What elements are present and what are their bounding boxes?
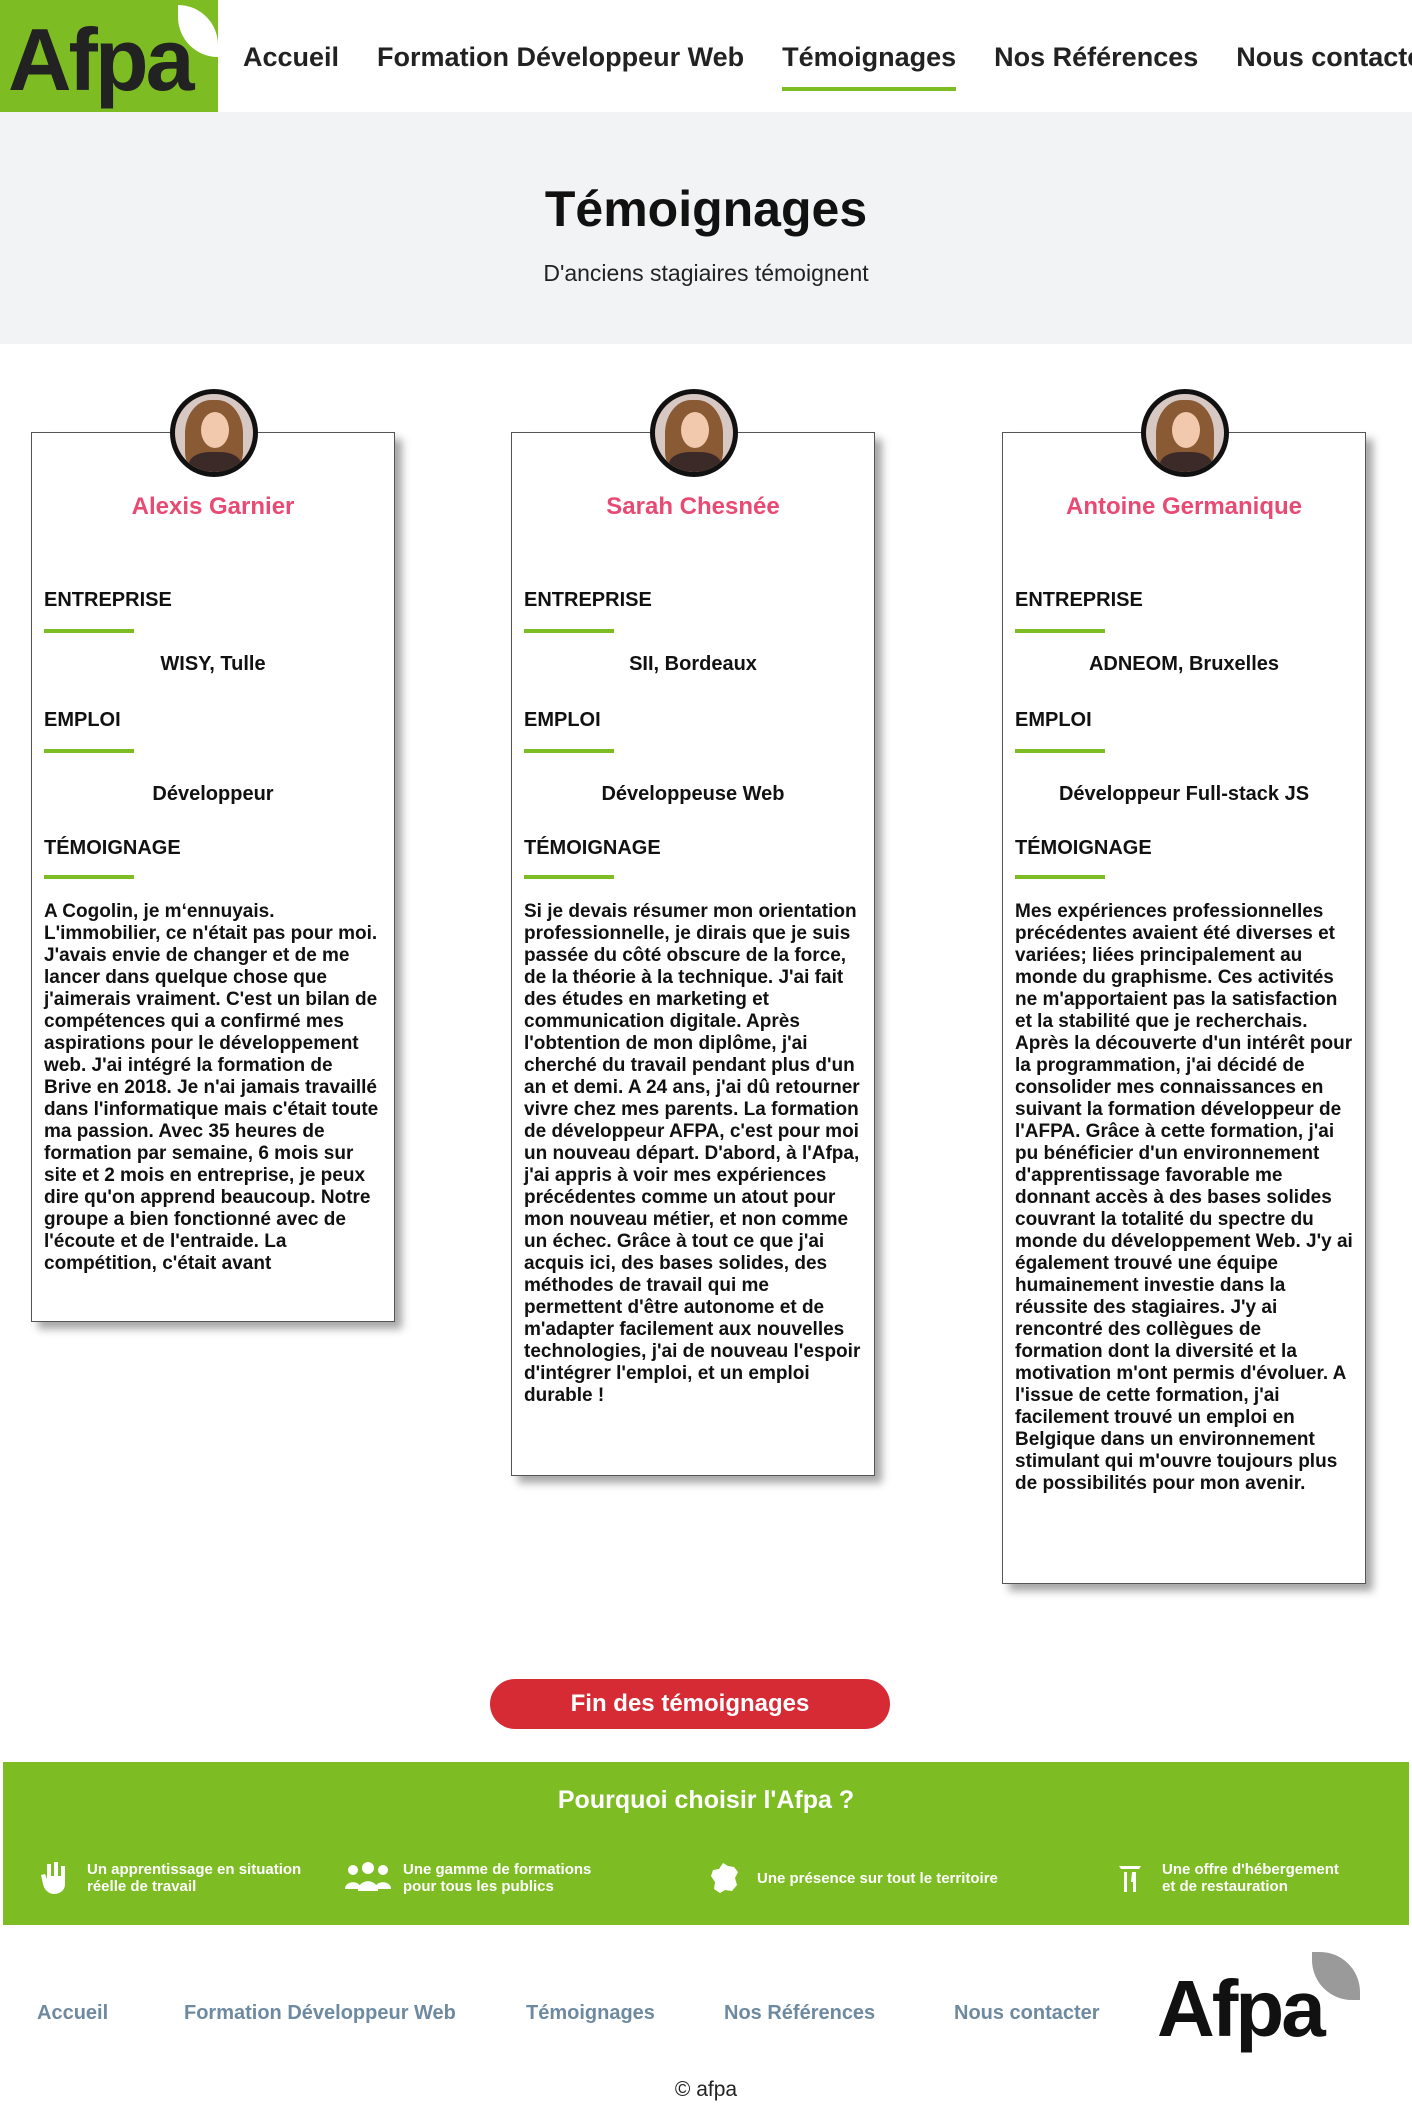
- testimony-label: TÉMOIGNAGE: [524, 837, 661, 859]
- footer-link-contact[interactable]: Nous contacter: [954, 2002, 1100, 2025]
- footer-link-temoignages[interactable]: Témoignages: [526, 2002, 655, 2025]
- footer-link-formation[interactable]: Formation Développeur Web: [184, 2002, 456, 2025]
- company-label: ENTREPRISE: [524, 589, 652, 611]
- feature-item: Une offre d'hébergement et de restaurati…: [1108, 1858, 1339, 1898]
- feature-text-line1: Un apprentissage en situation: [87, 1861, 302, 1878]
- divider: [1015, 629, 1105, 633]
- feature-text-line2: pour tous les publics: [403, 1878, 554, 1895]
- page-title: Témoignages: [544, 181, 868, 237]
- divider: [1015, 875, 1105, 879]
- group-icon: [343, 1858, 393, 1898]
- why-afpa-title: Pourquoi choisir l'Afpa ?: [557, 1786, 855, 1814]
- page-subtitle: D'anciens stagiaires témoignent: [543, 260, 869, 286]
- divider: [44, 875, 134, 879]
- footer-link-accueil[interactable]: Accueil: [37, 2002, 108, 2025]
- divider: [524, 629, 614, 633]
- hero-banner: Témoignages D'anciens stagiaires témoign…: [0, 112, 1412, 344]
- testimonial-name: Alexis Garnier: [131, 493, 295, 520]
- company-value: SII, Bordeaux: [629, 653, 757, 675]
- job-value: Développeur Full-stack JS: [1058, 783, 1310, 805]
- testimony-text: Si je devais résumer mon orientation pro…: [524, 901, 861, 1406]
- job-value: Développeuse Web: [601, 783, 785, 805]
- logo-text: Afpa: [8, 10, 195, 109]
- testimonial-card: Antoine Germanique ENTREPRISE ADNEOM, Br…: [1002, 389, 1366, 1584]
- feature-item: Une gamme de formations pour tous les pu…: [343, 1858, 591, 1898]
- feature-text-line2: et de restauration: [1162, 1878, 1288, 1895]
- job-label: EMPLOI: [1015, 709, 1092, 731]
- avatar: [170, 389, 258, 477]
- footer-afpa-logo[interactable]: Afpa: [1142, 1944, 1366, 2068]
- nav-formation[interactable]: Formation Développeur Web: [377, 42, 744, 91]
- divider: [44, 749, 134, 753]
- avatar: [1141, 389, 1229, 477]
- france-map-icon: [703, 1858, 747, 1898]
- footer-link-references[interactable]: Nos Références: [724, 2002, 875, 2025]
- feature-text-line1: Une présence sur tout le territoire: [757, 1869, 998, 1887]
- nav-references[interactable]: Nos Références: [994, 42, 1198, 91]
- testimony-text: Mes expériences professionnelles précéde…: [1015, 901, 1353, 1494]
- job-value: Développeur: [152, 783, 274, 805]
- feature-text-line1: Une offre d'hébergement: [1162, 1861, 1339, 1878]
- testimonial-card: Alexis Garnier ENTREPRISE WISY, Tulle EM…: [31, 389, 395, 1322]
- end-testimonials-button[interactable]: Fin des témoignages: [490, 1679, 890, 1729]
- company-label: ENTREPRISE: [1015, 589, 1143, 611]
- testimonial-name: Antoine Germanique: [1065, 493, 1303, 520]
- divider: [524, 875, 614, 879]
- job-label: EMPLOI: [524, 709, 601, 731]
- testimony-label: TÉMOIGNAGE: [44, 837, 181, 859]
- site-header: Afpa Accueil Formation Développeur Web T…: [0, 0, 1412, 116]
- divider: [1015, 749, 1105, 753]
- feature-text-line2: réelle de travail: [87, 1878, 197, 1895]
- feature-item: Une présence sur tout le territoire: [703, 1858, 998, 1898]
- testimony-text: A Cogolin, je m‘ennuyais. L'immobilier, …: [44, 901, 379, 1274]
- nav-accueil[interactable]: Accueil: [243, 42, 339, 91]
- main-nav: Accueil Formation Développeur Web Témoig…: [243, 42, 1412, 91]
- divider: [44, 629, 134, 633]
- avatar: [650, 389, 738, 477]
- hand-icon: [33, 1858, 77, 1898]
- testimonial-card: Sarah Chesnée ENTREPRISE SII, Bordeaux E…: [511, 389, 875, 1476]
- copyright: © afpa: [674, 2078, 738, 2101]
- afpa-logo[interactable]: Afpa: [0, 0, 218, 116]
- nav-temoignages[interactable]: Témoignages: [782, 42, 957, 91]
- company-value: WISY, Tulle: [160, 653, 266, 675]
- testimonial-name: Sarah Chesnée: [606, 493, 780, 520]
- footer-logo-text: Afpa: [1157, 1964, 1326, 2053]
- why-afpa-band: Pourquoi choisir l'Afpa ? Un apprentissa…: [3, 1762, 1409, 1925]
- company-label: ENTREPRISE: [44, 589, 172, 611]
- feature-text-line1: Une gamme de formations: [403, 1861, 592, 1878]
- company-value: ADNEOM, Bruxelles: [1088, 653, 1280, 675]
- feature-item: Un apprentissage en situation réelle de …: [33, 1858, 301, 1898]
- testimony-label: TÉMOIGNAGE: [1015, 837, 1152, 859]
- job-label: EMPLOI: [44, 709, 121, 731]
- divider: [524, 749, 614, 753]
- cutlery-icon: [1108, 1858, 1152, 1898]
- nav-contact[interactable]: Nous contacter: [1236, 42, 1412, 91]
